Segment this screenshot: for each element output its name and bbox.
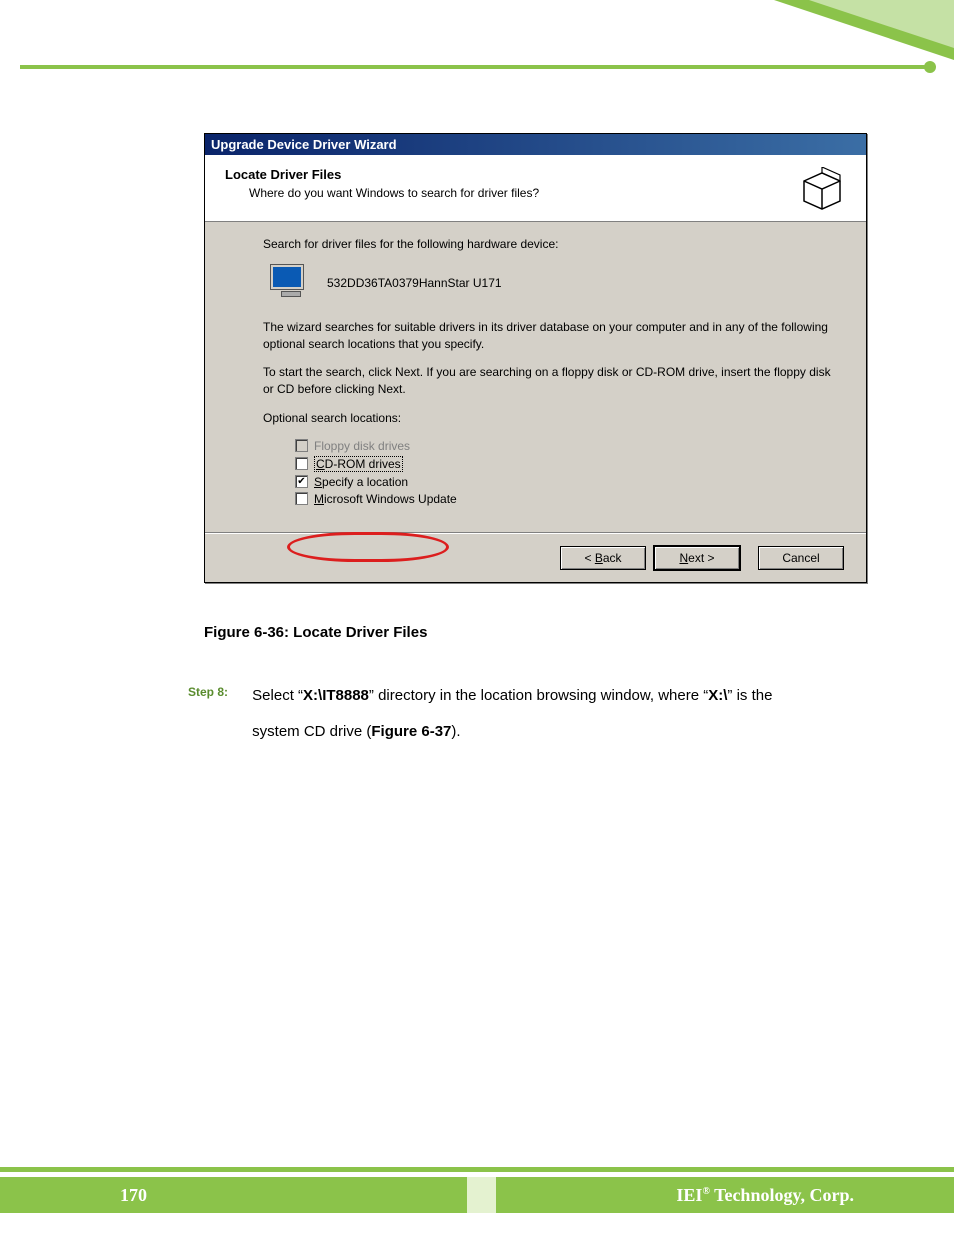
back-button[interactable]: < Back — [560, 546, 646, 570]
page-header-decoration — [0, 0, 954, 70]
wizard-titlebar: Upgrade Device Driver Wizard — [205, 134, 866, 155]
wizard-paragraph-2: To start the search, click Next. If you … — [263, 364, 838, 398]
wizard-button-row: < Back Next > Cancel — [205, 533, 866, 582]
header-divider — [20, 65, 930, 69]
option-msupdate-label: Microsoft Windows Update — [314, 492, 457, 506]
option-cdrom-label: CD-ROM drives — [314, 456, 403, 472]
options-label: Optional search locations: — [263, 410, 838, 427]
option-cdrom[interactable]: CD-ROM drives — [295, 456, 838, 472]
wizard-title-text: Upgrade Device Driver Wizard — [211, 137, 397, 152]
option-specify-location[interactable]: ✔ Specify a location — [295, 475, 838, 489]
option-specify-label: Specify a location — [314, 475, 408, 489]
wizard-subheading: Where do you want Windows to search for … — [249, 186, 539, 200]
company-name: IEI® Technology, Corp. — [496, 1177, 954, 1213]
wizard-paragraph-1: The wizard searches for suitable drivers… — [263, 319, 838, 353]
step-label: Step 8: — [188, 678, 248, 707]
next-button[interactable]: Next > — [654, 546, 740, 570]
driver-box-icon — [798, 167, 846, 211]
page-number: 170 — [0, 1177, 467, 1213]
device-row: 532DD36TA0379HannStar U171 — [271, 265, 838, 301]
checkbox-msupdate[interactable] — [295, 492, 308, 505]
page-footer: 170 IEI® Technology, Corp. — [0, 1167, 954, 1235]
checkbox-floppy[interactable] — [295, 439, 308, 452]
checkbox-specify[interactable]: ✔ — [295, 475, 308, 488]
device-name: 532DD36TA0379HannStar U171 — [327, 276, 502, 290]
option-windows-update[interactable]: Microsoft Windows Update — [295, 492, 838, 506]
wizard-header-panel: Locate Driver Files Where do you want Wi… — [205, 155, 866, 222]
wizard-heading: Locate Driver Files — [225, 167, 539, 182]
wizard-dialog: Upgrade Device Driver Wizard Locate Driv… — [204, 133, 867, 583]
step-text: Select “X:\IT8888” directory in the loca… — [252, 678, 812, 750]
search-prompt: Search for driver files for the followin… — [263, 236, 838, 253]
option-floppy-label: Floppy disk drives — [314, 439, 410, 453]
figure-caption: Figure 6-36: Locate Driver Files — [204, 624, 427, 641]
cancel-button[interactable]: Cancel — [758, 546, 844, 570]
step-8-row: Step 8: Select “X:\IT8888” directory in … — [188, 678, 828, 750]
wizard-body: Search for driver files for the followin… — [205, 222, 866, 533]
options-list: Floppy disk drives CD-ROM drives ✔ Speci… — [295, 439, 838, 506]
option-floppy[interactable]: Floppy disk drives — [295, 439, 838, 453]
checkbox-cdrom[interactable] — [295, 457, 308, 470]
wizard-header-text: Locate Driver Files Where do you want Wi… — [225, 167, 539, 200]
monitor-icon — [271, 265, 311, 301]
